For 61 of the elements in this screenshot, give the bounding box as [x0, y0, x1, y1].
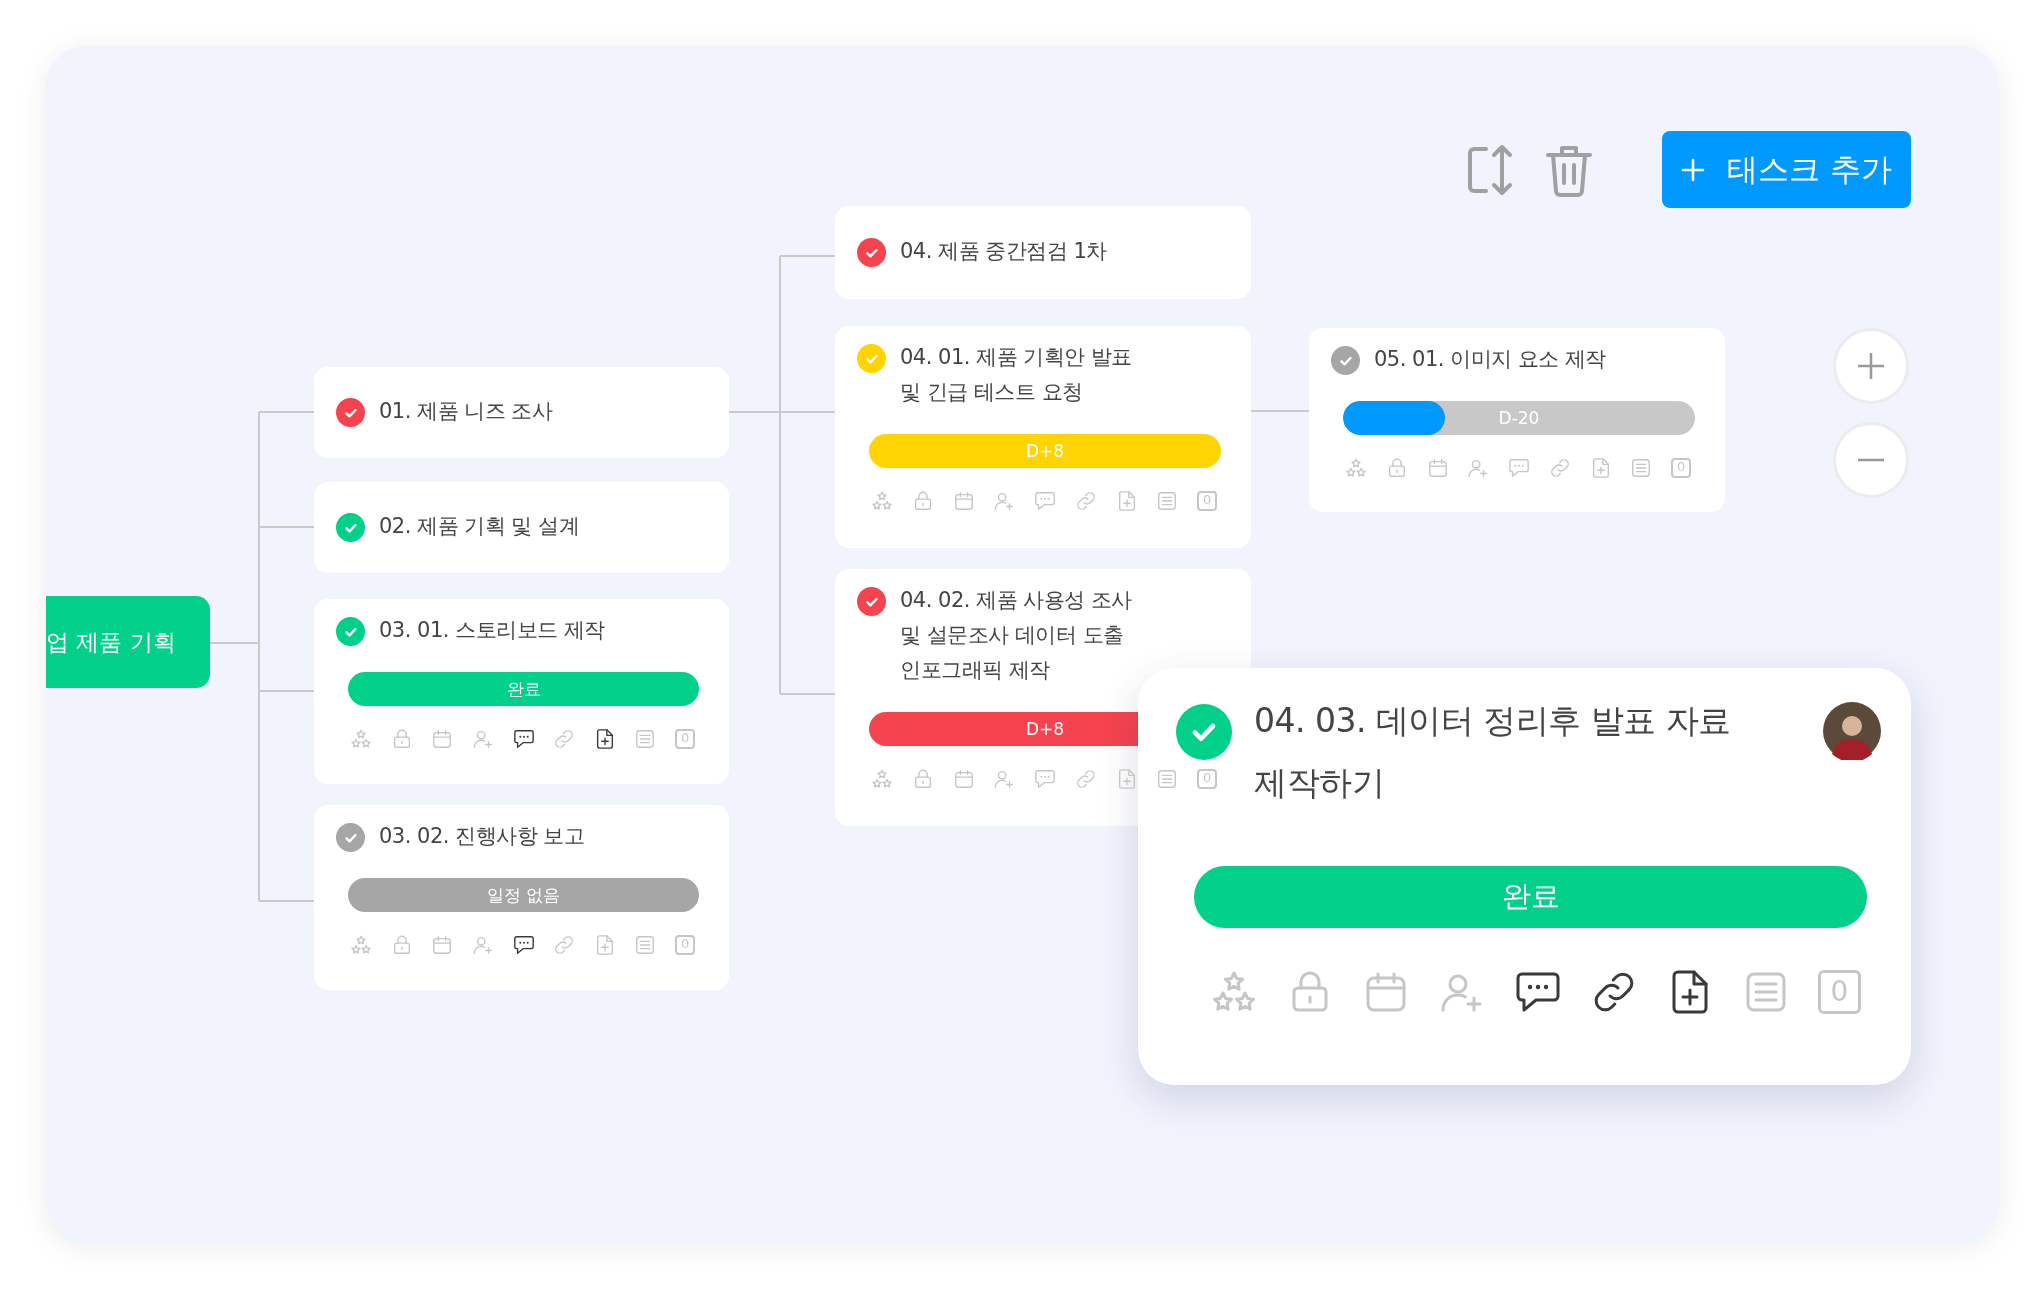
task-title: 03. 01. 스토리보드 제작: [379, 617, 606, 644]
comment-icon[interactable]: [512, 728, 535, 750]
user-plus-icon[interactable]: [993, 490, 1016, 512]
list-icon[interactable]: [1156, 490, 1179, 512]
check-icon[interactable]: [857, 344, 886, 373]
stars-icon[interactable]: [871, 490, 893, 512]
calendar-icon[interactable]: [431, 728, 454, 750]
task-card[interactable]: 01. 제품 니즈 조사: [314, 367, 729, 458]
calendar-icon[interactable]: [952, 490, 975, 512]
task-card[interactable]: 03. 01. 스토리보드 제작 완료 0: [314, 599, 729, 784]
connector-line: [1250, 410, 1310, 412]
list-icon[interactable]: [634, 728, 657, 750]
calendar-icon[interactable]: [952, 768, 975, 790]
count-badge: 0: [675, 729, 695, 749]
task-title: 03. 02. 진행사항 보고: [379, 823, 586, 850]
user-plus-icon[interactable]: [993, 768, 1016, 790]
check-icon[interactable]: [336, 398, 365, 427]
check-icon[interactable]: [1331, 346, 1360, 375]
stars-icon[interactable]: [1345, 457, 1367, 479]
minus-icon: [1856, 458, 1886, 462]
check-icon[interactable]: [336, 823, 365, 852]
task-title: 01. 제품 니즈 조사: [379, 398, 554, 425]
task-title: 04. 01. 제품 기획안 발표 및 긴급 테스트 요청: [900, 344, 1133, 406]
check-icon[interactable]: [336, 617, 365, 646]
count-badge: 0: [1671, 458, 1691, 478]
comment-icon[interactable]: [512, 934, 535, 956]
plus-icon: [1856, 351, 1886, 381]
task-title: 05. 01. 이미지 요소 제작: [1374, 346, 1607, 373]
task-card[interactable]: 04. 제품 중간점검 1차: [835, 206, 1251, 299]
calendar-icon[interactable]: [1426, 457, 1449, 479]
status-label: 완료: [1501, 878, 1560, 915]
status-label: 일정 없음: [486, 883, 561, 907]
task-card[interactable]: 03. 02. 진행사항 보고 일정 없음 0: [314, 805, 729, 990]
user-plus-icon[interactable]: [1467, 457, 1490, 479]
stars-icon[interactable]: [350, 728, 372, 750]
check-icon[interactable]: [857, 238, 886, 267]
task-title: 04. 02. 제품 사용성 조사 및 설문조사 데이터 도출 인포그래픽 제작: [900, 587, 1133, 684]
task-title: 04. 제품 중간점검 1차: [900, 238, 1108, 265]
task-title: 02. 제품 기획 및 설계: [379, 513, 581, 540]
stars-icon[interactable]: [871, 768, 893, 790]
check-icon[interactable]: [336, 513, 365, 542]
user-plus-icon[interactable]: [471, 934, 494, 956]
count-badge: 0: [1197, 491, 1217, 511]
plus-icon: [1681, 157, 1706, 182]
task-card[interactable]: 02. 제품 기획 및 설계: [314, 482, 729, 573]
check-icon[interactable]: [1176, 704, 1232, 760]
count-badge: 0: [675, 935, 695, 955]
avatar: [1823, 702, 1881, 760]
status-label: D+8: [1025, 441, 1065, 461]
user-plus-icon[interactable]: [471, 728, 494, 750]
check-icon[interactable]: [857, 587, 886, 616]
list-icon[interactable]: [634, 934, 657, 956]
count-badge: 0: [1817, 970, 1861, 1014]
status-label: D+8: [1025, 719, 1065, 739]
status-label: 완료: [506, 677, 541, 701]
task-card[interactable]: 04. 01. 제품 기획안 발표 및 긴급 테스트 요청 D+8 0: [835, 326, 1251, 548]
list-icon[interactable]: [1630, 457, 1653, 479]
list-icon[interactable]: [1156, 768, 1179, 790]
task-title: 04. 03. 데이터 정리후 발표 자료 제작하기: [1254, 700, 1732, 804]
stars-icon[interactable]: [350, 934, 372, 956]
calendar-icon[interactable]: [431, 934, 454, 956]
